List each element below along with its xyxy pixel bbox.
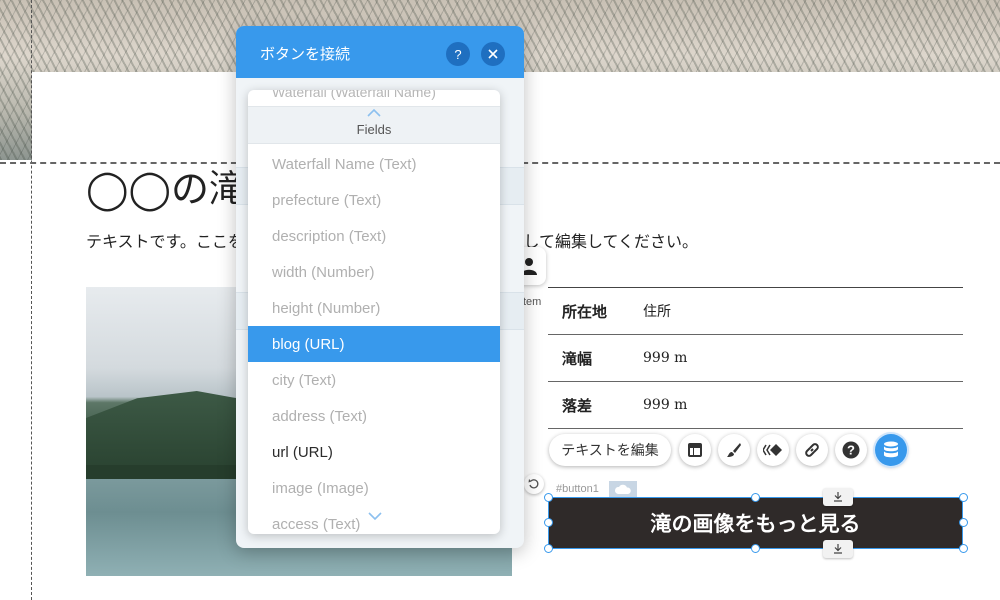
help-button[interactable]: ? xyxy=(835,434,867,466)
download-arrow-icon xyxy=(834,544,842,554)
dialog-header: ボタンを接続 ? xyxy=(236,26,524,78)
design-brush-icon xyxy=(727,443,741,457)
svg-text:?: ? xyxy=(847,443,855,458)
rotate-arrow-icon xyxy=(528,479,539,489)
info-table: 所在地 住所 滝幅 999 m 落差 999 m xyxy=(548,287,963,429)
edit-text-button[interactable]: テキストを編集 xyxy=(549,434,671,466)
database-connect-icon xyxy=(884,441,898,458)
resize-handle[interactable] xyxy=(751,493,760,502)
layout-button[interactable] xyxy=(679,434,711,466)
dialog-title: ボタンを接続 xyxy=(260,46,351,63)
row-value: 999 m xyxy=(643,350,688,366)
close-icon xyxy=(488,49,498,59)
row-value: 住所 xyxy=(643,304,671,320)
chevron-up-icon[interactable] xyxy=(366,107,382,119)
list-item[interactable]: url (URL) xyxy=(248,434,500,470)
resize-handle[interactable] xyxy=(544,518,553,527)
resize-handle[interactable] xyxy=(544,544,553,553)
table-row[interactable]: 所在地 住所 xyxy=(548,288,963,335)
download-arrow-icon xyxy=(834,492,842,502)
gridline-vertical xyxy=(31,0,32,600)
resize-handle[interactable] xyxy=(959,544,968,553)
link-icon xyxy=(805,443,819,457)
dropdown-section-header: Fields xyxy=(248,106,500,144)
anchor-handle-top[interactable] xyxy=(823,488,853,506)
list-item-previous[interactable]: Waterfall (Waterfall Name) xyxy=(272,90,436,100)
design-button[interactable] xyxy=(718,434,750,466)
list-item: address (Text) xyxy=(272,407,368,425)
dialog-close-button[interactable] xyxy=(481,42,505,66)
field-dropdown-list[interactable]: Waterfall (Waterfall Name) Fields Waterf… xyxy=(248,90,500,534)
list-item: city (Text) xyxy=(272,371,337,389)
row-value: 999 m xyxy=(643,397,688,413)
animation-button[interactable] xyxy=(757,434,789,466)
page-title[interactable]: ◯◯の滝 xyxy=(86,158,247,213)
element-id-tag: #button1 xyxy=(556,483,599,495)
connect-data-button[interactable] xyxy=(875,434,907,466)
link-button[interactable] xyxy=(796,434,828,466)
resize-handle[interactable] xyxy=(959,518,968,527)
table-row[interactable]: 落差 999 m xyxy=(548,382,963,429)
list-item: height (Number) xyxy=(272,299,381,317)
anchor-handle-bottom[interactable] xyxy=(823,540,853,558)
list-item: prefecture (Text) xyxy=(272,191,382,209)
resize-handle[interactable] xyxy=(751,544,760,553)
svg-text:?: ? xyxy=(454,47,461,61)
animation-icon xyxy=(763,444,782,456)
chevron-down-icon[interactable] xyxy=(367,510,383,522)
list-item: description (Text) xyxy=(272,227,387,245)
list-item: width (Number) xyxy=(272,263,375,281)
dialog-help-button[interactable]: ? xyxy=(446,42,470,66)
row-label: 滝幅 xyxy=(562,349,593,368)
row-label: 落差 xyxy=(562,396,593,415)
undo-icon[interactable] xyxy=(524,474,544,494)
section-label: Fields xyxy=(356,122,392,137)
resize-handle[interactable] xyxy=(544,493,553,502)
help-icon: ? xyxy=(842,441,860,459)
more-images-button[interactable]: 滝の画像をもっと見る xyxy=(548,497,963,549)
cloud-icon xyxy=(609,481,637,497)
table-row[interactable]: 滝幅 999 m xyxy=(548,335,963,382)
row-label: 所在地 xyxy=(562,302,608,321)
layout-icon xyxy=(688,443,702,457)
help-icon: ? xyxy=(454,47,461,61)
list-item-selected[interactable]: blog (URL) xyxy=(248,326,500,362)
more-images-button-label: 滝の画像をもっと見る xyxy=(650,511,861,536)
resize-handle[interactable] xyxy=(959,493,968,502)
list-item: image (Image) xyxy=(272,479,369,497)
list-item: Waterfall Name (Text) xyxy=(272,155,417,173)
